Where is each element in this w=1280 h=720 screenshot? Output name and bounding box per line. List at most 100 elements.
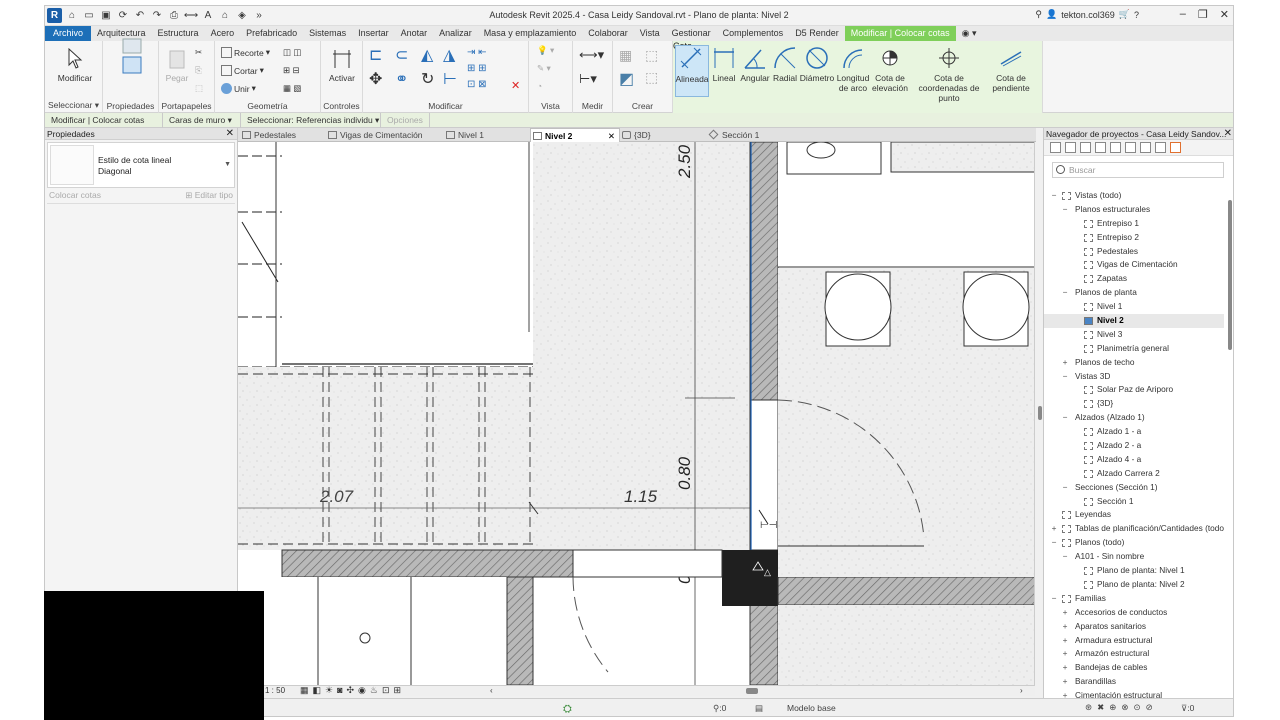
- binoculars-icon[interactable]: ⚲: [1035, 9, 1042, 20]
- type-dropdown-icon[interactable]: ▼: [224, 161, 231, 168]
- dimension-text-115[interactable]: 1.15: [624, 487, 658, 506]
- browser-node[interactable]: − Alzados (Alzado 1): [1044, 411, 1224, 425]
- browser-search-input[interactable]: Buscar: [1052, 162, 1224, 178]
- browser-node[interactable]: Solar Paz de Ariporo: [1044, 383, 1224, 397]
- browser-node[interactable]: Leyendas: [1044, 508, 1224, 522]
- tab-colaborar[interactable]: Colaborar: [582, 26, 634, 41]
- linear-dim-button[interactable]: Lineal: [709, 45, 739, 83]
- view-tab-nivel-1[interactable]: Nivel 1: [444, 128, 530, 142]
- measure-along-icon[interactable]: ⊢▾: [579, 71, 597, 87]
- options-button[interactable]: Opciones: [381, 112, 430, 128]
- view-tab-3d[interactable]: {3D}: [620, 128, 708, 142]
- edit-type-button[interactable]: ⊞ Editar tipo: [185, 190, 233, 203]
- create-similar-icon[interactable]: ⬚: [645, 69, 658, 86]
- create-group-icon[interactable]: ⬚: [645, 47, 658, 64]
- walls-faces-select[interactable]: Caras de muro ▾: [163, 112, 241, 128]
- tab-modificar-colocar-cotas[interactable]: Modificar | Colocar cotas: [844, 26, 956, 41]
- expand-icon[interactable]: +: [1061, 647, 1069, 661]
- browser-node[interactable]: Pedestales: [1044, 245, 1224, 259]
- user-name[interactable]: tekton.col369: [1061, 10, 1115, 20]
- view-scale[interactable]: 1 : 50: [265, 686, 285, 695]
- cope-button[interactable]: Recorte ▾: [221, 47, 270, 58]
- trim-icon[interactable]: ⊢: [443, 69, 457, 89]
- expand-icon[interactable]: +: [1061, 620, 1069, 634]
- cart-icon[interactable]: 🛒: [1119, 9, 1130, 20]
- copy-icon[interactable]: ⎘: [195, 65, 202, 76]
- browser-node[interactable]: Plano de planta: Nivel 2: [1044, 578, 1224, 592]
- ribbon-toggle-icon[interactable]: ◉ ▾: [956, 26, 983, 41]
- tab-anotar[interactable]: Anotar: [395, 26, 434, 41]
- browser-views-icon[interactable]: [1065, 142, 1076, 153]
- linework-icon[interactable]: ◔: [537, 81, 542, 91]
- expand-icon[interactable]: +: [1061, 661, 1069, 675]
- project-browser-close-icon[interactable]: ✕: [1224, 128, 1232, 140]
- dimension-text-207[interactable]: 2.07: [319, 487, 354, 506]
- scroll-right-icon[interactable]: ›: [1020, 686, 1023, 695]
- tab-sistemas[interactable]: Sistemas: [303, 26, 352, 41]
- browser-node[interactable]: + Tablas de planificación/Cantidades (tod…: [1044, 522, 1224, 536]
- browser-node[interactable]: − Planos de planta: [1044, 286, 1224, 300]
- override-icon[interactable]: ✎ ▾: [537, 63, 551, 74]
- drawing-canvas[interactable]: 2.50 0.80 0.15 2.07 1.15 △ ⊢⊣: [238, 142, 1035, 685]
- offset-icon[interactable]: ⊂: [395, 45, 408, 65]
- browser-node[interactable]: − A101 - Sin nombre: [1044, 550, 1224, 564]
- activate-button[interactable]: Activar: [325, 47, 359, 83]
- scale-icon[interactable]: ⊡ ⊠: [467, 79, 487, 90]
- delete-icon[interactable]: ✕: [511, 79, 520, 92]
- browser-node[interactable]: − Secciones (Sección 1): [1044, 481, 1224, 495]
- browser-node[interactable]: Entrepiso 1: [1044, 217, 1224, 231]
- hide-icon[interactable]: 💡 ▾: [537, 45, 554, 56]
- design-options-icon[interactable]: ▤: [755, 703, 763, 714]
- paste-button[interactable]: Pegar: [163, 47, 191, 83]
- browser-families-icon[interactable]: [1110, 142, 1121, 153]
- browser-schedules-icon[interactable]: [1095, 142, 1106, 153]
- browser-sheets-icon[interactable]: [1080, 142, 1091, 153]
- collapse-icon[interactable]: −: [1050, 189, 1058, 203]
- view-tab-pedestales[interactable]: Pedestales: [240, 128, 326, 142]
- browser-node[interactable]: + Planos de techo: [1044, 356, 1224, 370]
- cut-icon[interactable]: ✂: [195, 47, 202, 58]
- restore-button[interactable]: ❐: [1198, 8, 1208, 21]
- browser-node[interactable]: Entrepiso 2: [1044, 231, 1224, 245]
- dimension-text-080[interactable]: 0.80: [675, 456, 694, 490]
- expand-icon[interactable]: +: [1061, 634, 1069, 648]
- browser-node[interactable]: − Vistas 3D: [1044, 370, 1224, 384]
- browser-filter-icon[interactable]: [1155, 142, 1166, 153]
- tab-acero[interactable]: Acero: [205, 26, 241, 41]
- close-button[interactable]: ✕: [1220, 8, 1229, 21]
- browser-node[interactable]: − Planos (todo): [1044, 536, 1224, 550]
- split-face-icon[interactable]: ⊞ ⊟: [283, 65, 300, 76]
- rotate-icon[interactable]: ↻: [421, 69, 434, 89]
- view-tab-seccion-1[interactable]: Sección 1: [708, 128, 798, 142]
- view-tab-vigas[interactable]: Vigas de Cimentación: [326, 128, 444, 142]
- arc-length-button[interactable]: Longitud de arco: [835, 45, 871, 93]
- match-icon[interactable]: ⬚: [195, 83, 203, 94]
- browser-groups-icon[interactable]: [1125, 142, 1136, 153]
- tab-archivo[interactable]: Archivo: [45, 26, 92, 41]
- expand-icon[interactable]: +: [1061, 606, 1069, 620]
- angular-dim-button[interactable]: Angular: [739, 45, 771, 83]
- tab-prefabricado[interactable]: Prefabricado: [240, 26, 303, 41]
- collapse-icon[interactable]: −: [1061, 481, 1069, 495]
- tab-insertar[interactable]: Insertar: [352, 26, 395, 41]
- create-parts-icon[interactable]: ◩: [619, 69, 634, 89]
- browser-node[interactable]: + Bandejas de cables: [1044, 661, 1224, 675]
- tab-d5-render[interactable]: D5 Render: [789, 26, 845, 41]
- align-icon[interactable]: ⊏: [369, 45, 382, 65]
- browser-home-icon[interactable]: [1050, 142, 1061, 153]
- move-icon[interactable]: ✥: [369, 69, 382, 89]
- browser-link-icon[interactable]: [1170, 142, 1181, 153]
- collapse-icon[interactable]: −: [1061, 411, 1069, 425]
- paint-icon[interactable]: ▦ ▧: [283, 83, 301, 94]
- browser-node[interactable]: + Aparatos sanitarios: [1044, 620, 1224, 634]
- spot-slope-button[interactable]: Cota de pendiente: [989, 45, 1033, 93]
- type-selector[interactable]: Estilo de cota lineal Diagonal ▼: [47, 142, 235, 188]
- browser-node[interactable]: + Barandillas: [1044, 675, 1224, 689]
- copy-elements-icon[interactable]: ⚭: [395, 69, 408, 89]
- join-button[interactable]: Unir ▾: [221, 83, 256, 94]
- browser-node[interactable]: + Armazón estructural: [1044, 647, 1224, 661]
- dimension-text-250[interactable]: 2.50: [675, 144, 694, 179]
- browser-node[interactable]: Alzado 1 - a: [1044, 425, 1224, 439]
- browser-node[interactable]: − Planos estructurales: [1044, 203, 1224, 217]
- browser-node[interactable]: Planimetría general: [1044, 342, 1224, 356]
